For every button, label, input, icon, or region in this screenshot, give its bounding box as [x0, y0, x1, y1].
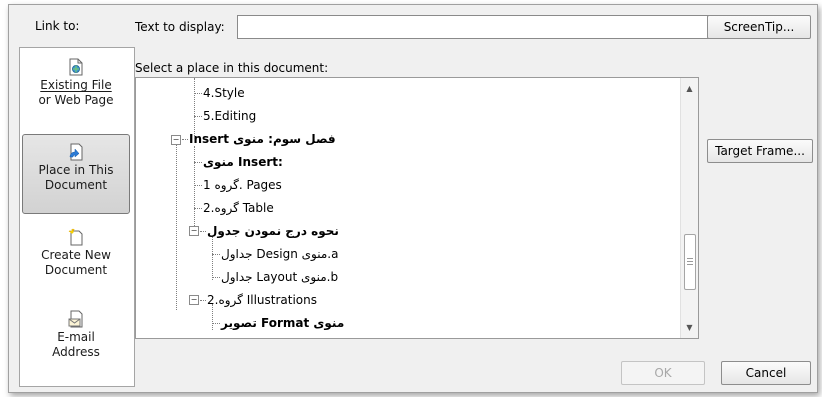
tree-connector	[194, 208, 202, 209]
link-to-email-address-button[interactable]: E-mail Address	[22, 310, 130, 360]
link-to-existing-file-button[interactable]: Existing File or Web Page	[22, 58, 130, 108]
tree-connector	[212, 236, 213, 280]
collapse-toggle-icon[interactable]: −	[189, 295, 199, 305]
email-address-icon	[68, 310, 83, 328]
tree-item[interactable]: نحوه درج نمودن جدول	[207, 222, 339, 240]
tree-connector	[212, 254, 220, 255]
email-address-label-1: E-mail	[57, 330, 95, 344]
existing-file-label-2: or Web Page	[38, 93, 114, 107]
tree-connector	[194, 116, 202, 117]
tree-item[interactable]: 4.Style	[203, 84, 245, 102]
tree-connector	[212, 323, 220, 324]
scroll-down-arrow-icon[interactable]: ▼	[681, 319, 698, 336]
create-new-document-label-2: Document	[44, 263, 108, 277]
place-in-document-label-2: Document	[44, 178, 108, 192]
place-in-document-icon	[69, 143, 83, 161]
collapse-toggle-icon[interactable]: −	[171, 135, 181, 145]
tree-item[interactable]: جداول Layout منوی.b	[221, 268, 338, 286]
tree-item[interactable]: 5.Editing	[203, 107, 256, 125]
tree-item[interactable]: گروه.2 Illustrations	[207, 291, 317, 309]
tree-connector	[194, 162, 202, 163]
tree-connector	[194, 185, 202, 186]
tree-item[interactable]: جداول Design منوی.a	[221, 245, 338, 263]
select-place-label: Select a place in this document:	[135, 61, 329, 75]
link-to-create-new-document-button[interactable]: Create New Document	[22, 228, 130, 278]
tree-item[interactable]: تصویر Format منوی	[221, 314, 344, 332]
tree-connector	[200, 231, 206, 232]
email-address-label-2: Address	[52, 345, 100, 359]
cancel-button[interactable]: Cancel	[721, 361, 811, 385]
existing-file-label-1: Existing File	[40, 78, 112, 92]
scroll-up-arrow-icon[interactable]: ▲	[681, 80, 698, 97]
tree-connector	[182, 139, 188, 140]
target-frame-button[interactable]: Target Frame...	[707, 139, 813, 163]
link-to-sidebar: Existing File or Web Page Place in This …	[19, 47, 135, 387]
scrollbar-thumb[interactable]	[684, 234, 696, 290]
tree-connector	[194, 78, 195, 136]
screentip-button[interactable]: ScreenTip...	[707, 15, 811, 39]
ok-button[interactable]: OK	[621, 361, 705, 385]
tree-item[interactable]: Insert فصل سوم: منوی	[189, 130, 336, 148]
tree-item[interactable]: گروه 1. Pages	[203, 176, 282, 194]
edit-hyperlink-dialog: Link to: Existing File or Web Page Place…	[8, 4, 818, 393]
tree-connector	[194, 146, 195, 228]
tree-item[interactable]: منوی Insert:	[203, 153, 283, 171]
tree-scrollbar[interactable]: ▲ ▼	[680, 78, 698, 338]
tree-connector	[176, 140, 177, 310]
place-in-document-label-1: Place in This	[38, 163, 114, 177]
tree-connector	[194, 93, 202, 94]
tree-connector	[200, 300, 206, 301]
tree-connector	[212, 277, 220, 278]
create-new-document-icon	[68, 228, 83, 246]
collapse-toggle-icon[interactable]: −	[189, 226, 199, 236]
link-to-place-in-document-button[interactable]: Place in This Document	[22, 134, 130, 214]
tree-item[interactable]: گروه.2 Table	[203, 199, 274, 217]
text-to-display-label: Text to display:	[135, 20, 225, 34]
existing-file-icon	[69, 58, 83, 76]
text-to-display-input[interactable]	[237, 15, 709, 39]
create-new-document-label-1: Create New	[41, 248, 111, 262]
document-place-tree[interactable]: 4.Style 5.Editing − Insert فصل سوم: منوی…	[135, 77, 699, 339]
link-to-label: Link to:	[35, 19, 80, 33]
